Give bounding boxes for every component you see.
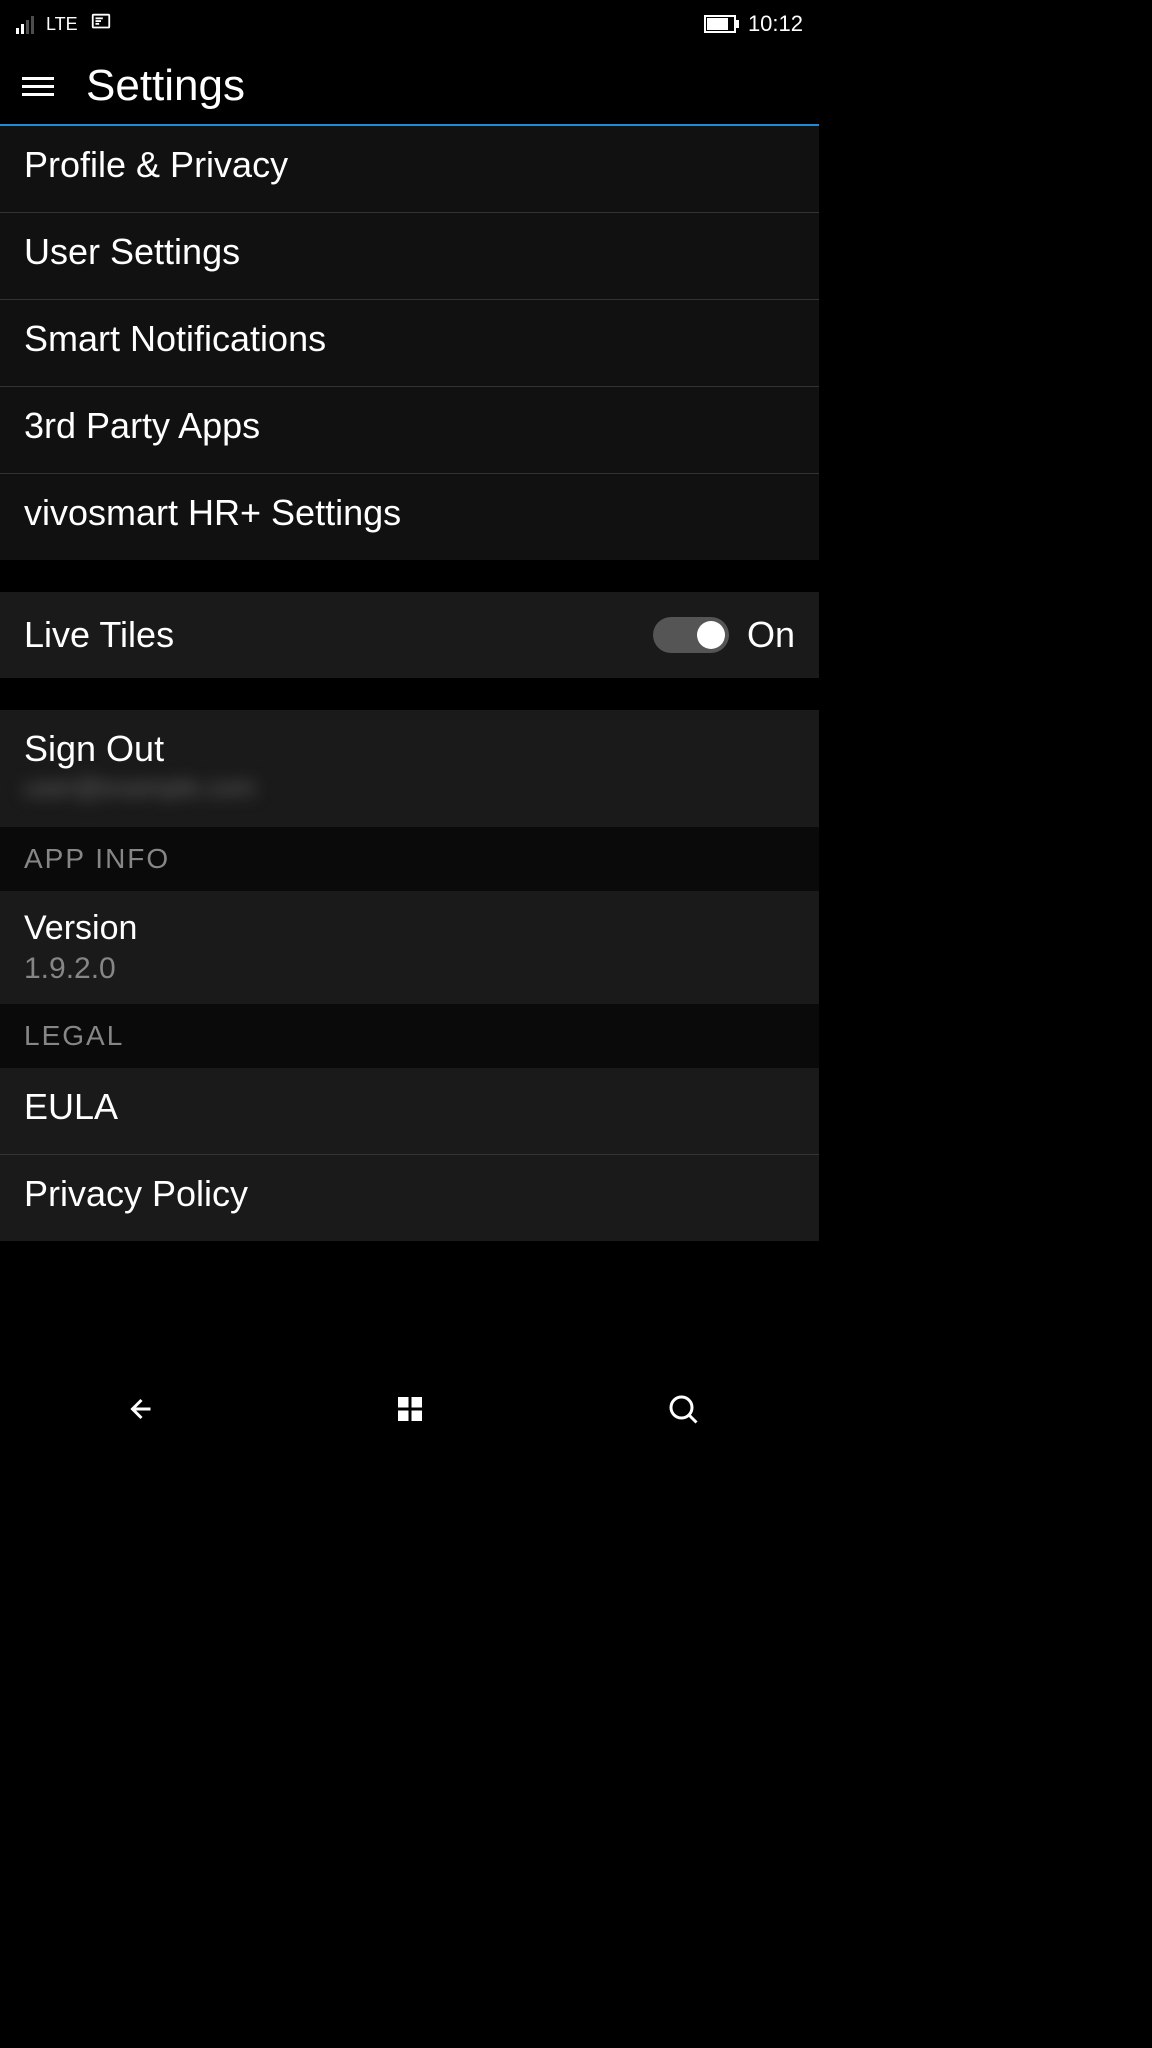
status-left: LTE — [16, 11, 112, 38]
status-bar: LTE 10:12 — [0, 0, 819, 48]
status-right: 10:12 — [704, 11, 803, 37]
settings-content: Profile & Privacy User Settings Smart No… — [0, 126, 819, 1241]
section-gap — [0, 560, 819, 592]
live-tiles-toggle[interactable] — [653, 617, 729, 653]
app-info-header: APP INFO — [0, 827, 819, 891]
menu-icon[interactable] — [22, 77, 54, 96]
network-type-label: LTE — [46, 14, 78, 35]
live-tiles-label: Live Tiles — [24, 614, 174, 656]
settings-item-profile-privacy[interactable]: Profile & Privacy — [0, 126, 819, 213]
version-value: 1.9.2.0 — [24, 952, 795, 986]
sign-out-label: Sign Out — [24, 728, 795, 770]
navigation-bar — [0, 1366, 819, 1456]
home-button[interactable] — [382, 1381, 438, 1442]
live-tiles-toggle-row: Live Tiles On — [0, 592, 819, 678]
legal-item-eula[interactable]: EULA — [0, 1068, 819, 1155]
sign-out-subtitle: user@example.com — [24, 772, 795, 803]
settings-item-smart-notifications[interactable]: Smart Notifications — [0, 300, 819, 387]
live-tiles-state: On — [747, 614, 795, 656]
back-button[interactable] — [109, 1381, 165, 1442]
toggle-knob — [697, 621, 725, 649]
legal-item-privacy-policy[interactable]: Privacy Policy — [0, 1155, 819, 1241]
settings-item-third-party-apps[interactable]: 3rd Party Apps — [0, 387, 819, 474]
signal-icon — [16, 14, 34, 34]
legal-header: LEGAL — [0, 1004, 819, 1068]
sign-out-item[interactable]: Sign Out user@example.com — [0, 710, 819, 827]
notification-icon — [90, 11, 112, 38]
settings-item-user-settings[interactable]: User Settings — [0, 213, 819, 300]
app-header: Settings — [0, 48, 819, 126]
search-button[interactable] — [655, 1381, 711, 1442]
settings-item-device-settings[interactable]: vivosmart HR+ Settings — [0, 474, 819, 560]
version-label: Version — [24, 909, 795, 948]
toggle-right: On — [653, 614, 795, 656]
page-title: Settings — [86, 61, 245, 111]
clock-time: 10:12 — [748, 11, 803, 37]
version-item: Version 1.9.2.0 — [0, 891, 819, 1004]
section-gap — [0, 678, 819, 710]
battery-icon — [704, 15, 736, 33]
